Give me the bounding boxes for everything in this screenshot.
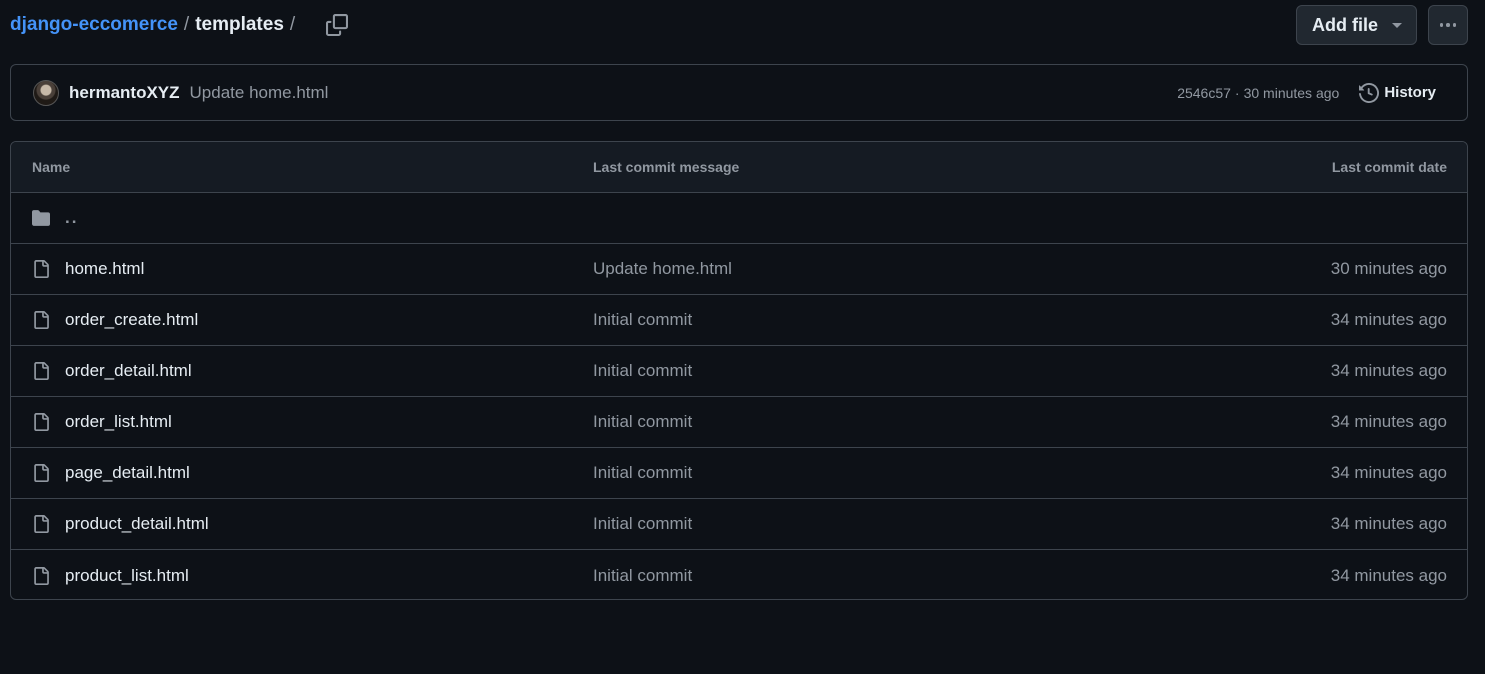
- folder-icon: [32, 210, 50, 226]
- file-name-link[interactable]: order_list.html: [65, 412, 172, 432]
- copy-icon: [326, 14, 349, 36]
- kebab-horizontal-icon: [1446, 23, 1450, 27]
- table-row[interactable]: product_list.html Initial commit 34 minute…: [11, 550, 1467, 599]
- history-button[interactable]: History: [1359, 82, 1436, 103]
- file-icon: [34, 260, 49, 278]
- table-row[interactable]: order_detail.html Initial commit 34 minute…: [11, 346, 1467, 397]
- file-commit-date: 34 minutes ago: [1330, 565, 1447, 585]
- repo-header: django-eccomerce / templates / Add file: [10, 4, 1468, 46]
- latest-commit-bar: hermantoXYZ Update home.html 2546c57 · 3…: [10, 64, 1468, 121]
- file-commit-message[interactable]: Initial commit: [593, 566, 692, 585]
- file-commit-message[interactable]: Initial commit: [593, 463, 692, 482]
- meta-separator: ·: [1234, 84, 1240, 101]
- breadcrumb-repo-link[interactable]: django-eccomerce: [10, 14, 178, 36]
- header-date: Last commit date: [1331, 159, 1447, 175]
- file-icon: [34, 311, 49, 329]
- breadcrumb: django-eccomerce / templates /: [10, 14, 301, 36]
- file-name-link[interactable]: product_detail.html: [65, 514, 209, 534]
- breadcrumb-current-dir: templates: [195, 14, 284, 35]
- file-commit-message[interactable]: Initial commit: [593, 361, 692, 380]
- add-file-label: Add file: [1312, 14, 1378, 35]
- file-name-link[interactable]: order_create.html: [65, 310, 198, 330]
- commit-message[interactable]: Update home.html: [190, 83, 329, 103]
- table-header: Name Last commit message Last commit dat…: [11, 142, 1467, 193]
- more-options-button[interactable]: [1428, 5, 1468, 45]
- file-commit-message[interactable]: Initial commit: [593, 310, 692, 329]
- history-icon: [1359, 82, 1380, 103]
- file-commit-message[interactable]: Initial commit: [593, 514, 692, 533]
- file-icon: [34, 413, 49, 431]
- commit-time: 30 minutes ago: [1243, 84, 1340, 101]
- file-icon: [34, 515, 49, 533]
- commit-author[interactable]: hermantoXYZ: [69, 83, 180, 103]
- commit-sha[interactable]: 2546c57: [1177, 85, 1231, 101]
- table-row[interactable]: product_detail.html Initial commit 34 minu…: [11, 499, 1467, 550]
- parent-directory-row[interactable]: ..: [11, 193, 1467, 244]
- table-row[interactable]: home.html Update home.html 30 minutes ago: [11, 244, 1467, 295]
- file-name-link[interactable]: page_detail.html: [65, 463, 190, 483]
- file-icon: [34, 362, 49, 380]
- chevron-down-icon: [1392, 22, 1402, 28]
- file-commit-date: 34 minutes ago: [1330, 412, 1447, 431]
- history-label: History: [1384, 84, 1436, 101]
- file-commit-date: 34 minutes ago: [1330, 310, 1447, 329]
- header-message: Last commit message: [593, 159, 740, 175]
- copy-path-button[interactable]: [323, 11, 351, 39]
- table-row[interactable]: page_detail.html Initial commit 34 minutes…: [11, 448, 1467, 499]
- file-name-link[interactable]: home.html: [65, 259, 144, 279]
- header-actions: Add file: [1296, 5, 1468, 45]
- kebab-horizontal-icon: [1452, 23, 1457, 27]
- add-file-button[interactable]: Add file: [1296, 5, 1417, 45]
- file-commit-date: 34 minutes ago: [1330, 463, 1447, 482]
- commit-meta: 2546c57 · 30 minutes ago History: [1177, 82, 1445, 103]
- file-commit-message[interactable]: Initial commit: [593, 412, 692, 431]
- table-row[interactable]: order_create.html Initial commit 34 minute…: [11, 295, 1467, 346]
- file-commit-date: 34 minutes ago: [1330, 361, 1447, 380]
- table-row[interactable]: order_list.html Initial commit 34 minutes …: [11, 397, 1467, 448]
- parent-directory-link[interactable]: ..: [65, 208, 78, 228]
- file-table: Name Last commit message Last commit dat…: [10, 141, 1468, 600]
- file-commit-message[interactable]: Update home.html: [593, 259, 732, 278]
- avatar[interactable]: [33, 79, 59, 106]
- file-name-link[interactable]: order_detail.html: [65, 361, 192, 381]
- file-commit-date: 34 minutes ago: [1330, 514, 1447, 533]
- breadcrumb-separator: /: [183, 14, 190, 35]
- file-icon: [34, 566, 49, 585]
- file-icon: [34, 464, 49, 482]
- header-name: Name: [32, 159, 71, 175]
- file-rows: home.html Update home.html 30 minutes ago o…: [11, 244, 1467, 599]
- breadcrumb-separator: /: [289, 14, 296, 35]
- file-commit-date: 30 minutes ago: [1330, 259, 1447, 278]
- kebab-horizontal-icon: [1439, 23, 1444, 27]
- file-name-link[interactable]: product_list.html: [65, 566, 189, 586]
